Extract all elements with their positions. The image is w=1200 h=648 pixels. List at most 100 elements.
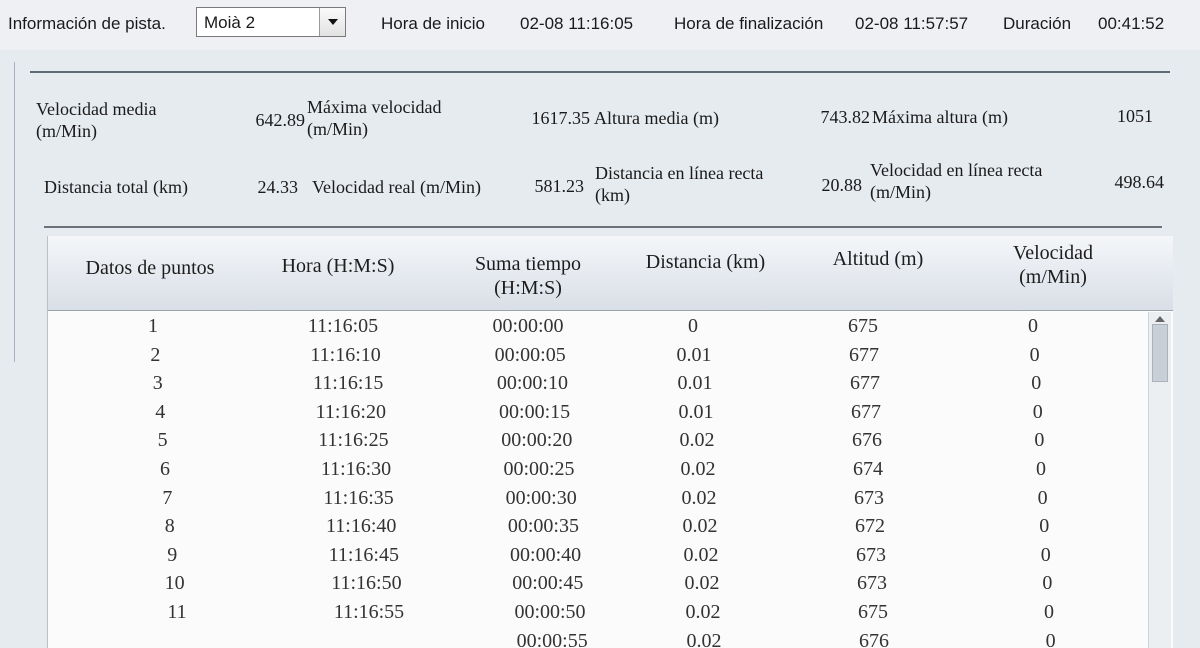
end-time-label: Hora de finalización [674,14,824,33]
table-row[interactable]: 10 11:16:50 00:00:45 0.02 673 0 [48,569,1143,598]
table-row[interactable]: 6 11:16:30 00:00:25 0.02 674 0 [48,455,1143,484]
cell-point: 10 [164,572,185,595]
cell-point: 1 [148,315,158,337]
straight-speed-label-line1: Velocidad en línea recta [870,160,1043,180]
column-header-label: Velocidad [1013,242,1093,264]
cell-distance: 0.02 [679,429,715,452]
cell-altitude: 677 [851,400,881,423]
cell-time: 11:16:50 [331,572,402,595]
table-row[interactable]: 7 11:16:35 00:00:30 0.02 673 0 [48,484,1143,513]
avg-altitude-value: 743.82 [820,107,871,127]
table-row[interactable]: 9 11:16:45 00:00:40 0.02 673 0 [48,541,1143,570]
straight-speed-label: Velocidad en línea recta (m/Min) [870,159,1042,203]
cell-altitude: 673 [856,543,886,566]
cell-distance: 0 [688,315,698,337]
straight-speed-label-line2: (m/Min) [870,182,931,202]
cell-altitude: 676 [859,629,889,648]
cell-distance: 0.01 [677,372,713,395]
table-row[interactable]: 5 11:16:25 00:00:20 0.02 676 0 [48,426,1143,455]
straight-distance-label: Distancia en línea recta (km) [595,162,763,206]
cell-elapsed: 00:00:35 [507,515,579,538]
cell-time: 11:16:35 [323,486,394,509]
max-speed-label-line1: Máxima velocidad [307,97,442,117]
column-header-elapsed[interactable]: Suma tiempo (H:M:S) [448,252,608,300]
track-info-header: Información de pista. Moià 2 Hora de ini… [0,0,1200,50]
cell-time: 11:16:05 [307,315,379,337]
cell-altitude: 675 [858,601,888,623]
chevron-down-icon[interactable] [319,8,345,36]
cell-altitude: 672 [855,515,885,538]
cell-speed: 0 [1044,601,1054,623]
table-row[interactable]: 8 11:16:40 00:00:35 0.02 672 0 [48,512,1143,541]
column-header-distance[interactable]: Distancia (km) [618,250,793,274]
cell-time: 11:16:30 [320,458,392,480]
track-select[interactable]: Moià 2 [196,7,346,37]
cell-elapsed: 00:00:10 [496,372,568,395]
end-time-value: 02-08 11:57:57 [855,14,969,33]
cell-speed: 0 [1036,458,1046,480]
max-speed-label-line2: (m/Min) [307,119,368,139]
max-altitude-value: 1051 [1117,106,1153,126]
column-header-speed[interactable]: Velocidad (m/Min) [983,241,1123,289]
table-row[interactable]: 00:00:55 0.02 676 0 [48,627,1143,648]
cell-speed: 0 [1034,429,1045,452]
cell-altitude: 674 [853,458,883,480]
vertical-scrollbar[interactable] [1148,312,1171,648]
cell-speed: 0 [1032,400,1043,423]
cell-elapsed: 00:00:45 [512,572,584,595]
cell-time: 11:16:15 [313,372,384,395]
stats-panel: Velocidad media (m/Min) 642.89 Máxima ve… [0,72,1200,222]
cell-distance: 0.02 [686,629,722,648]
table-row[interactable]: 2 11:16:10 00:00:05 0.01 677 0 [48,341,1143,370]
cell-distance: 0.02 [684,572,720,595]
cell-speed: 0 [1028,315,1038,337]
cell-time: 11:16:45 [328,543,399,566]
cell-elapsed: 00:00:50 [514,601,586,623]
table-row[interactable]: 1 11:16:05 00:00:00 0 675 0 [48,312,1143,341]
max-speed-label: Máxima velocidad (m/Min) [307,96,441,140]
cell-speed: 0 [1029,343,1040,366]
cell-point: 7 [162,486,173,509]
column-header-point[interactable]: Datos de puntos [60,256,240,280]
avg-speed-label-line2: (m/Min) [36,121,97,141]
track-info-label: Información de pista. [8,14,166,33]
cell-elapsed: 00:00:30 [505,486,577,509]
straight-distance-label-line2: (km) [595,185,630,205]
cell-time: 11:16:10 [310,343,381,366]
column-header-label: Distancia (km) [645,251,766,273]
cell-distance: 0.02 [682,515,718,538]
avg-speed-value: 642.89 [255,110,306,130]
avg-speed-label: Velocidad media (m/Min) [36,98,156,142]
table-row[interactable]: 3 11:16:15 00:00:10 0.01 677 0 [48,369,1143,398]
real-speed-label: Velocidad real (m/Min) [312,177,481,197]
cell-point: 2 [150,343,161,366]
max-speed-value: 1617.35 [531,108,591,128]
straight-distance-value: 20.88 [821,175,863,195]
cell-time: 11:16:55 [333,601,405,623]
cell-altitude: 677 [850,372,880,395]
cell-point: 4 [155,400,166,423]
table-row[interactable]: 4 11:16:20 00:00:15 0.01 677 0 [48,398,1143,427]
cell-elapsed: 00:00:55 [516,629,588,648]
cell-speed: 0 [1040,543,1051,566]
column-header-time[interactable]: Hora (H:M:S) [258,254,418,278]
cell-time: 11:16:40 [326,515,397,538]
column-header-label-line2: (H:M:S) [494,277,562,299]
cell-distance: 0.02 [685,601,721,623]
table-row[interactable]: 11 11:16:55 00:00:50 0.02 675 0 [48,598,1143,627]
duration-value: 00:41:52 [1098,14,1165,33]
cell-distance: 0.02 [681,486,717,509]
stats-divider [44,226,1162,228]
column-header-altitude[interactable]: Altitud (m) [808,247,948,271]
total-distance-label: Distancia total (km) [44,177,188,197]
start-time-label: Hora de inicio [381,14,485,33]
column-header-label: Hora (H:M:S) [281,255,395,277]
cell-point: 9 [167,543,178,566]
cell-elapsed: 00:00:40 [510,543,582,566]
cell-point: 5 [157,429,168,452]
scroll-up-icon[interactable] [1155,316,1165,322]
column-header-label-line2: (m/Min) [1019,266,1087,288]
cell-elapsed: 00:00:25 [503,458,575,480]
scrollbar-thumb[interactable] [1152,324,1168,382]
cell-elapsed: 00:00:05 [494,343,566,366]
